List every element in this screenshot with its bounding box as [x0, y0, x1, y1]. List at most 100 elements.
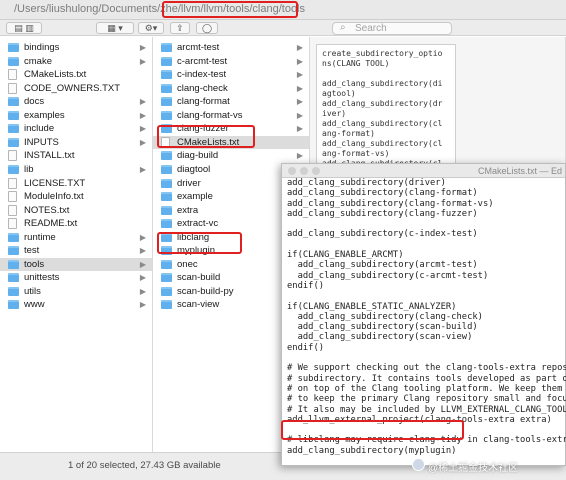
- list-item-label: include: [24, 123, 55, 135]
- action-gear-button[interactable]: ⚙▾: [138, 22, 164, 34]
- list-item-label: tools: [24, 258, 45, 270]
- list-item[interactable]: c-arcmt-test ▶: [153, 55, 309, 69]
- list-item-label: CMakeLists.txt: [24, 69, 87, 81]
- folder-icon: [161, 164, 172, 174]
- folder-icon: [161, 151, 172, 161]
- list-item[interactable]: LICENSE.TXT: [0, 177, 152, 191]
- folder-icon: [161, 192, 172, 202]
- folder-icon: [161, 178, 172, 188]
- list-item-label: ModuleInfo.txt: [24, 191, 84, 203]
- list-item-label: unittests: [24, 272, 60, 284]
- chevron-right-icon: ▶: [139, 43, 146, 52]
- chevron-right-icon: ▶: [296, 97, 303, 107]
- list-item[interactable]: c-index-test ▶: [153, 68, 309, 82]
- chevron-right-icon: ▶: [296, 151, 303, 161]
- folder-icon: [8, 43, 19, 52]
- list-item[interactable]: unittests ▶: [0, 271, 152, 285]
- list-item[interactable]: ModuleInfo.txt: [0, 190, 152, 204]
- code-line: # subdirectory. It contains tools develo…: [287, 373, 566, 384]
- code-line: add_clang_subdirectory(clang-format): [287, 188, 478, 199]
- myplugin-highlight-box: [157, 232, 242, 254]
- watermark-logo-icon: [412, 458, 425, 471]
- list-item[interactable]: INPUTS ▶: [0, 136, 152, 150]
- document-icon: [8, 218, 17, 230]
- minimize-icon[interactable]: [300, 167, 308, 175]
- chevron-right-icon: ▶: [139, 286, 146, 296]
- list-item-label: bindings: [24, 42, 60, 53]
- list-item-label: scan-view: [177, 299, 220, 311]
- code-line: add_clang_subdirectory(myplugin): [287, 445, 457, 456]
- watermark: @稀土掘金技术社区: [428, 463, 519, 474]
- list-item[interactable]: CMakeLists.txt: [0, 68, 152, 82]
- code-line: if(CLANG_ENABLE_ARCMT): [287, 250, 404, 261]
- list-item-label: diag-build: [177, 150, 219, 162]
- myplugin-line-highlight-box: [281, 420, 464, 440]
- code-line: add_clang_subdirectory(c-arcmt-test): [287, 270, 489, 281]
- list-item[interactable]: clang-format-vs ▶: [153, 109, 309, 123]
- list-item[interactable]: clang-format ▶: [153, 95, 309, 109]
- folder-icon: [161, 56, 172, 66]
- folder-icon: [161, 83, 172, 93]
- list-item-label: utils: [24, 285, 41, 297]
- list-item-label: LICENSE.TXT: [24, 177, 86, 189]
- list-item[interactable]: runtime ▶: [0, 231, 152, 245]
- chevron-right-icon: ▶: [139, 56, 146, 66]
- list-item-label: scan-build-py: [177, 285, 234, 297]
- folder-icon: [161, 97, 172, 107]
- list-item-label: extra: [177, 204, 199, 216]
- folder-icon: [161, 70, 172, 80]
- editor-titlebar: CMakeLists.txt — Ed: [282, 164, 565, 178]
- view-mode-button[interactable]: ▤ ▥: [6, 22, 42, 34]
- list-item[interactable]: docs ▶: [0, 95, 152, 109]
- list-item[interactable]: NOTES.txt: [0, 204, 152, 218]
- list-item[interactable]: examples ▶: [0, 109, 152, 123]
- chevron-right-icon: ▶: [296, 110, 303, 120]
- code-line: add_clang_subdirectory(scan-build): [287, 322, 478, 333]
- list-item-label: INSTALL.txt: [24, 150, 75, 162]
- list-item[interactable]: diag-build ▶: [153, 149, 309, 163]
- list-item[interactable]: utils ▶: [0, 285, 152, 299]
- list-item[interactable]: INSTALL.txt: [0, 149, 152, 163]
- code-line: # to keep the primary Clang repository s…: [287, 394, 566, 405]
- zoom-icon[interactable]: [312, 167, 320, 175]
- folder-icon: [8, 259, 19, 269]
- list-item[interactable]: tools ▶: [0, 257, 152, 272]
- chevron-right-icon: ▶: [296, 56, 303, 66]
- editor-text-area[interactable]: add_clang_subdirectory(driver) add_clang_…: [287, 178, 566, 456]
- chevron-right-icon: ▶: [296, 43, 303, 52]
- list-item-label: NOTES.txt: [24, 204, 70, 216]
- list-item-label: clang-format-vs: [177, 109, 243, 121]
- list-item-label: INPUTS: [24, 136, 59, 148]
- list-item-label: lib: [24, 163, 34, 175]
- folder-icon: [161, 219, 172, 229]
- list-item[interactable]: bindings ▶: [0, 41, 152, 55]
- list-item-label: c-index-test: [177, 69, 227, 81]
- list-item[interactable]: CODE_OWNERS.TXT: [0, 82, 152, 96]
- tag-button[interactable]: ◯: [196, 22, 218, 34]
- list-item[interactable]: include ▶: [0, 122, 152, 136]
- editor-title: CMakeLists.txt — Ed: [478, 166, 563, 176]
- list-item[interactable]: README.txt: [0, 217, 152, 231]
- list-item[interactable]: clang-check ▶: [153, 82, 309, 96]
- code-line: add_clang_subdirectory(clang-fuzzer): [287, 208, 478, 219]
- code-line: add_clang_subdirectory(clang-format-vs): [287, 198, 494, 209]
- list-item[interactable]: arcmt-test ▶: [153, 41, 309, 55]
- share-button[interactable]: ⇪: [170, 22, 190, 34]
- path-bar: /Users/liushulong/Documents/zhe/llvm/llv…: [0, 0, 566, 20]
- search-input[interactable]: ⌕ Search: [332, 22, 452, 35]
- close-icon[interactable]: [288, 167, 296, 175]
- list-item[interactable]: lib ▶: [0, 163, 152, 177]
- list-item[interactable]: test ▶: [0, 244, 152, 258]
- chevron-right-icon: ▶: [139, 259, 146, 269]
- chevron-right-icon: ▶: [296, 70, 303, 80]
- list-item[interactable]: cmake ▶: [0, 55, 152, 69]
- list-item[interactable]: www ▶: [0, 298, 152, 312]
- code-line: add_clang_subdirectory(c-index-test): [287, 229, 478, 240]
- grid-view-button[interactable]: ▦ ▾: [96, 22, 134, 34]
- list-item-label: clang-check: [177, 82, 228, 94]
- search-placeholder: Search: [355, 23, 387, 34]
- cmakelists-highlight-box: [157, 125, 255, 148]
- folder-icon: [8, 232, 19, 242]
